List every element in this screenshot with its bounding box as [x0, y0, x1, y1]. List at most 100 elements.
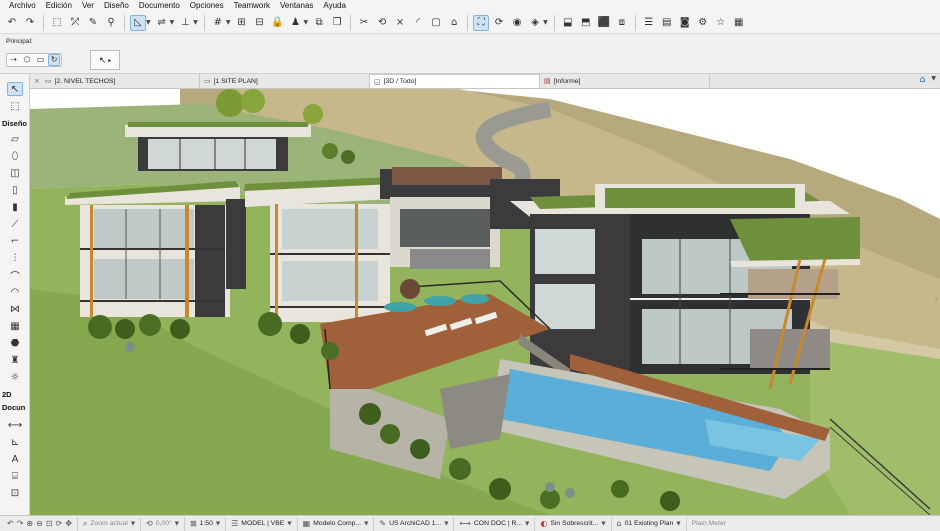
pen-set-selector[interactable]: ✎ US ArchiCAD 1... ▼ — [374, 516, 455, 531]
tab-site-plan[interactable]: ▭ [1 SITE PLAN] — [200, 74, 370, 88]
send-backward-icon[interactable]: ❐ — [329, 15, 345, 31]
renovation-filter-selector[interactable]: ⌂ 01 Existing Plan ▼ — [612, 516, 687, 531]
3d-window-icon[interactable]: ⬛ — [596, 15, 612, 31]
skylight-tool-icon[interactable]: ⋈ — [7, 302, 23, 316]
sections-icon[interactable]: ▦ — [731, 15, 747, 31]
tab-nivel-techos[interactable]: × ▭ [2. NIVEL TECHOS] — [30, 74, 200, 88]
menu-archivo[interactable]: Archivo — [4, 0, 41, 12]
chevron-right-icon[interactable]: › — [934, 294, 938, 305]
marquee-tool-icon[interactable]: ⬚ — [7, 99, 23, 113]
suspend-groups-icon[interactable]: ⊟ — [252, 15, 268, 31]
close-icon[interactable]: × — [34, 77, 40, 85]
filter-3d-icon[interactable]: ⧈ — [614, 15, 630, 31]
bring-forward-icon[interactable]: ⧉ — [311, 15, 327, 31]
offset-icon[interactable]: ▢ — [428, 15, 444, 31]
pick-up-icon[interactable]: ⤱ — [67, 15, 83, 31]
arrow-tool-settings[interactable]: ↖ ▸ — [90, 50, 120, 70]
zone-tool-icon[interactable]: ⊡ — [7, 486, 23, 500]
fit-window-icon[interactable]: ⊡ — [46, 519, 53, 528]
element-transfer-icon[interactable]: ▤ — [659, 15, 675, 31]
layers-icon[interactable]: ☰ — [641, 15, 657, 31]
tab-3d-todo[interactable]: ◱ [3D / Todo] — [370, 74, 540, 88]
syringe-icon[interactable]: ⚲ — [103, 15, 119, 31]
level-dimension-icon[interactable]: ⊾ — [7, 435, 23, 449]
layer-combination-selector[interactable]: ☰ MODEL | VBE ▼ — [226, 516, 298, 531]
split-icon[interactable]: ✂ — [356, 15, 372, 31]
perspective-icon[interactable]: ⬒ — [578, 15, 594, 31]
chevron-down-icon[interactable]: ▼ — [304, 19, 309, 26]
model-view-selector[interactable]: ▦ Modelo Comp... ▼ — [298, 516, 375, 531]
units-selector[interactable]: Plain Meter — [687, 517, 731, 531]
person-icon[interactable]: ♟ — [288, 15, 304, 31]
parallel-projection-icon[interactable]: ⬓ — [560, 15, 576, 31]
override-selector[interactable]: ◐ Sin Sobrescrit... ▼ — [535, 516, 612, 531]
beam-tool-icon[interactable]: ⟋ — [7, 217, 23, 231]
menu-opciones[interactable]: Opciones — [185, 0, 229, 12]
lamp-tool-icon[interactable]: ☼ — [7, 370, 23, 384]
view-map-icon[interactable]: ⌂ — [920, 75, 926, 85]
slab-tool-icon[interactable]: ⬯ — [7, 149, 23, 163]
camera-icon[interactable]: ◙ — [677, 15, 693, 31]
arrow-tool-icon[interactable]: ↖ — [7, 82, 23, 96]
menu-edicion[interactable]: Edición — [41, 0, 77, 12]
trace-icon[interactable]: ⬚ — [49, 15, 65, 31]
undo-icon[interactable]: ↶ — [4, 15, 20, 31]
menu-diseno[interactable]: Diseño — [99, 0, 134, 12]
orbit-icon[interactable]: ⟳ — [491, 15, 507, 31]
render-style-icon[interactable]: ◈ — [527, 15, 543, 31]
undo-icon[interactable]: ↶ — [7, 519, 14, 528]
tab-informe[interactable]: ▤ [Informe] — [540, 74, 710, 88]
railing-tool-icon[interactable]: ⫶ — [7, 251, 23, 265]
orbit-icon[interactable]: ⟳ — [56, 519, 63, 528]
intersect-icon[interactable]: ⨯ — [392, 15, 408, 31]
explore-icon[interactable]: ◉ — [509, 15, 525, 31]
chevron-down-icon[interactable]: ▼ — [543, 19, 548, 26]
scale-selector[interactable]: ⊠ 1:50 ▼ — [185, 516, 227, 531]
zoom-selector[interactable]: ⌕ Zoom actual ▼ — [78, 516, 142, 531]
box-select-icon[interactable]: ▭ — [35, 54, 46, 66]
adjust-icon[interactable]: ⟲ — [374, 15, 390, 31]
rotate-select-icon[interactable]: ↻ — [48, 54, 60, 66]
lock-icon[interactable]: 🔒 — [270, 15, 286, 31]
chain-select-icon[interactable]: ⇢ — [8, 54, 19, 66]
morph-tool-icon[interactable]: ⬣ — [7, 336, 23, 350]
wall-tool-icon[interactable]: ▱ — [7, 132, 23, 146]
menu-ventanas[interactable]: Ventanas — [275, 0, 318, 12]
menu-documento[interactable]: Documento — [134, 0, 185, 12]
chevron-down-icon[interactable]: ▼ — [931, 75, 936, 85]
zoom-in-icon[interactable]: ⊕ — [26, 519, 33, 528]
object-tool-icon[interactable]: ♜ — [7, 353, 23, 367]
grid-snap-icon[interactable]: # — [210, 15, 226, 31]
chevron-down-icon[interactable]: ▼ — [193, 19, 198, 26]
stair-tool-icon[interactable]: ⌐ — [7, 234, 23, 248]
3d-cutaway-icon[interactable]: ⛶ — [473, 14, 490, 31]
door-tool-icon[interactable]: ◫ — [7, 166, 23, 180]
group-icon[interactable]: ⊞ — [234, 15, 250, 31]
view-settings-icon[interactable]: ⚙ — [695, 15, 711, 31]
3d-viewport[interactable]: › — [30, 89, 940, 515]
window-tool-icon[interactable]: ▯ — [7, 183, 23, 197]
text-tool-icon[interactable]: A — [7, 452, 23, 466]
menu-ver[interactable]: Ver — [77, 0, 99, 12]
snap-guides-icon[interactable]: ⇌ — [154, 15, 170, 31]
polygon-select-icon[interactable]: ⬠ — [21, 54, 32, 66]
chevron-down-icon[interactable]: ▼ — [226, 19, 231, 26]
favorites-icon[interactable]: ☆ — [713, 15, 729, 31]
curtain-wall-tool-icon[interactable]: ▦ — [7, 319, 23, 333]
label-tool-icon[interactable]: ⌸ — [7, 469, 23, 483]
roof-tool-icon[interactable]: ⌒ — [7, 268, 23, 283]
guide-lines-icon[interactable]: ◺ — [130, 14, 146, 31]
curtain-icon[interactable]: ⌂ — [446, 15, 462, 31]
zoom-out-icon[interactable]: ⊖ — [36, 519, 43, 528]
menu-ayuda[interactable]: Ayuda — [318, 0, 351, 12]
column-tool-icon[interactable]: ▮ — [7, 200, 23, 214]
redo-icon[interactable]: ↷ — [17, 519, 24, 528]
chevron-down-icon[interactable]: ▼ — [170, 19, 175, 26]
menu-teamwork[interactable]: Teamwork — [229, 0, 275, 12]
fillet-icon[interactable]: ◜ — [410, 15, 426, 31]
gravity-icon[interactable]: ⊥ — [177, 15, 193, 31]
chevron-down-icon[interactable]: ▼ — [146, 19, 151, 26]
eyedropper-icon[interactable]: ✎ — [85, 15, 101, 31]
orientation-selector[interactable]: ⟲ 0,00° ▼ — [141, 516, 185, 531]
dimension-selector[interactable]: ⟷ CON DOC | R... ▼ — [454, 516, 536, 531]
